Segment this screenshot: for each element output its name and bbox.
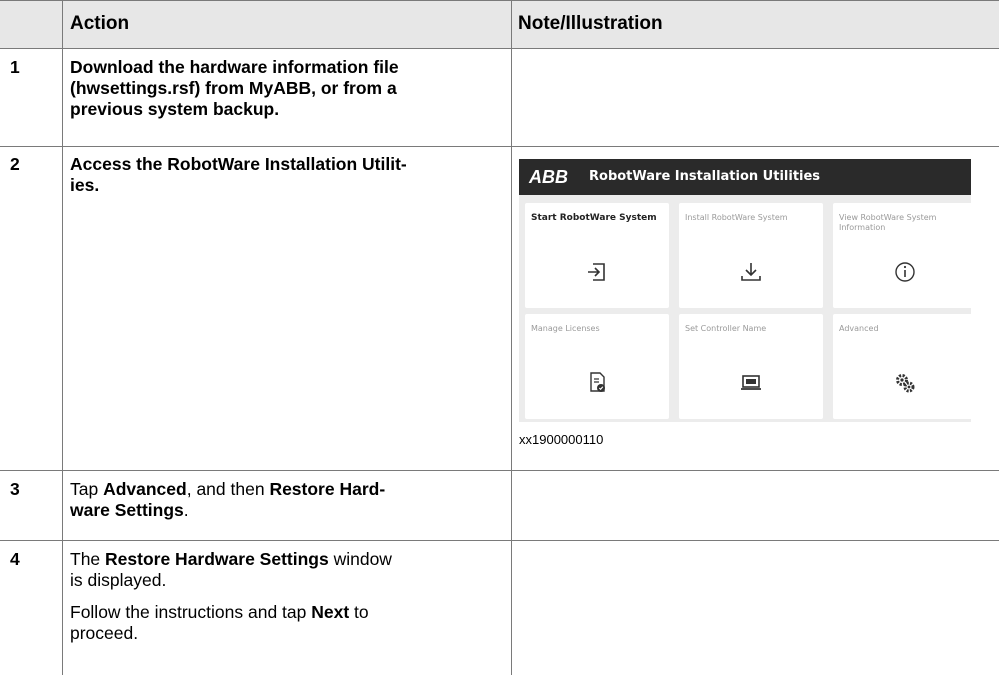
abb-logo: ABB [529, 167, 568, 187]
tile-label: Start RobotWare System [531, 213, 657, 223]
license-icon [590, 372, 605, 392]
row-4-para-1-line-1: The Restore Hardware Settings window [70, 549, 392, 569]
header-action: Action [70, 13, 130, 34]
tile-install-robotware-system: Install RobotWare System [679, 203, 823, 308]
illustration-title-bar: ABB RobotWare Installation Utilities [519, 159, 971, 195]
row-1-number: 1 [10, 57, 20, 77]
tile-label: View RobotWare System Information [839, 213, 937, 232]
tile-label: Manage Licenses [531, 324, 600, 333]
procedure-table: Action Note/Illustration 1 Download the … [0, 0, 999, 675]
controller-icon [741, 375, 761, 390]
row-2-action-line-1: Access the RobotWare Installation Utilit… [70, 154, 407, 174]
row-4-number: 4 [10, 549, 20, 569]
row-4-para-1-line-2: is displayed. [70, 570, 167, 590]
tile-set-controller-name: Set Controller Name [679, 314, 823, 419]
tile-label: Set Controller Name [685, 324, 767, 333]
figure-caption: xx1900000110 [519, 432, 604, 447]
robotware-utilities-screenshot: ABB RobotWare Installation Utilities Sta… [519, 159, 971, 422]
row-2-number: 2 [10, 154, 20, 174]
tile-label: Install RobotWare System [685, 213, 788, 222]
row-1-action-line-1: Download the hardware information file [70, 57, 399, 77]
row-1-action-line-2: (hwsettings.rsf) from MyABB, or from a [70, 78, 397, 98]
tile-advanced: Advanced [833, 314, 971, 419]
table-header-row [0, 0, 999, 48]
sign-in-icon [588, 263, 605, 281]
tile-start-robotware-system: Start RobotWare System [525, 203, 669, 308]
header-note: Note/Illustration [518, 13, 663, 34]
row-3-action-line-1: Tap Advanced, and then Restore Hard- [70, 479, 386, 499]
tile-view-robotware-system-information: View RobotWare System Information [833, 203, 971, 308]
row-3-action-line-2: ware Settings. [70, 500, 189, 520]
tile-manage-licenses: Manage Licenses [525, 314, 669, 419]
row-3-number: 3 [10, 479, 20, 499]
row-4-para-2-line-2: proceed. [70, 623, 139, 643]
gears-icon [896, 374, 915, 393]
info-icon [895, 262, 915, 282]
download-icon [741, 263, 761, 281]
tile-label: Advanced [839, 324, 879, 333]
illustration-title: RobotWare Installation Utilities [589, 169, 821, 184]
row-4-para-2-line-1: Follow the instructions and tap Next to [70, 602, 369, 622]
row-2-action-line-2: ies. [70, 175, 100, 195]
row-1-action-line-3: previous system backup. [70, 99, 280, 119]
